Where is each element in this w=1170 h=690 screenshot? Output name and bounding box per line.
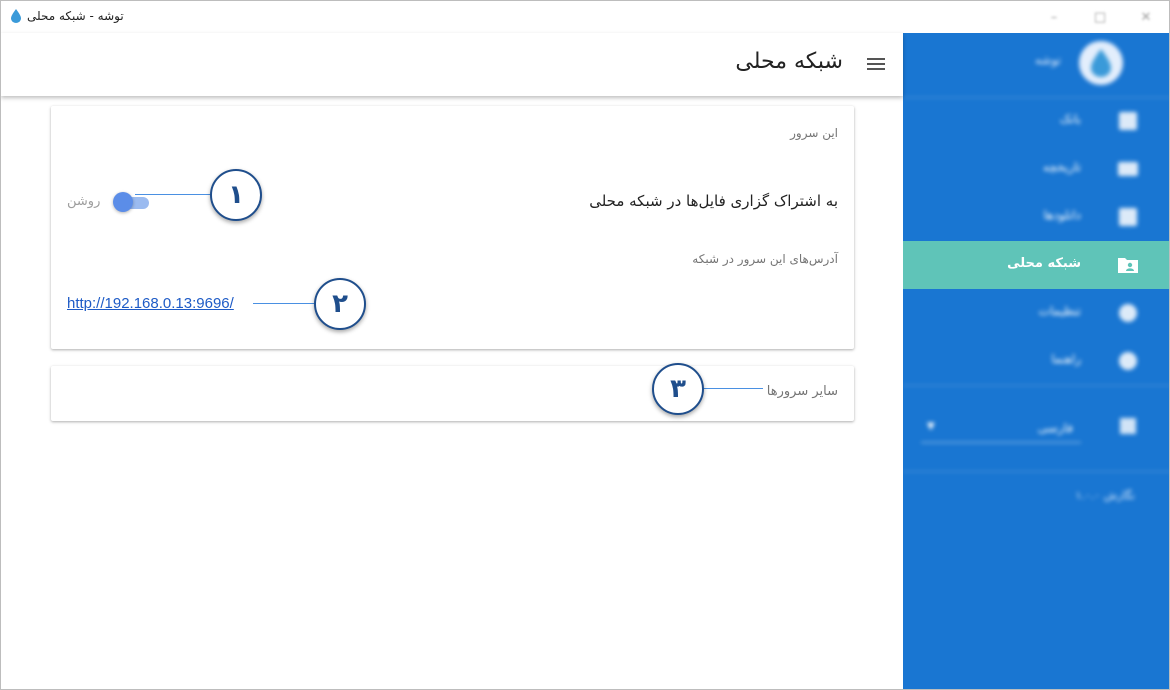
- callout-1-badge: ۱: [210, 169, 262, 221]
- toggle-state-label: روشن: [67, 194, 101, 209]
- this-server-card: این سرور به اشتراک گزاری فایل‌ها در شبکه…: [51, 106, 854, 349]
- window-controls: – □ ✕: [1031, 1, 1169, 33]
- callout-3-badge: ۳: [652, 363, 704, 415]
- language-select[interactable]: فارسی ▼: [921, 421, 1081, 443]
- brand-logo-icon: [1079, 41, 1123, 85]
- maximize-button[interactable]: □: [1077, 1, 1123, 33]
- help-icon: [1117, 350, 1139, 372]
- sidebar-item-label: تاریخچه: [1042, 160, 1081, 174]
- app-header: شبکه محلی: [1, 33, 903, 96]
- brand-name: توشه: [1034, 53, 1061, 67]
- sidebar-item-label: بانک: [1059, 112, 1081, 126]
- share-files-label: به اشتراک گزاری فایل‌ها در شبکه محلی: [589, 192, 838, 210]
- sidebar-item-label: تنظیمات: [1038, 304, 1081, 318]
- toggle-thumb[interactable]: [113, 192, 133, 212]
- server-address-link[interactable]: http://192.168.0.13:9696/: [67, 295, 234, 312]
- download-icon: [1117, 206, 1139, 228]
- sidebar-item-settings[interactable]: تنظیمات: [903, 289, 1169, 337]
- window-title: توشه - شبکه محلی: [27, 9, 124, 23]
- sidebar-item-local-network[interactable]: شبکه محلی: [903, 241, 1169, 289]
- sidebar-divider: [903, 471, 1169, 472]
- sidebar-divider: [903, 385, 1169, 386]
- main-content: این سرور به اشتراک گزاری فایل‌ها در شبکه…: [1, 96, 903, 689]
- this-server-caption: این سرور: [790, 126, 838, 140]
- caret-down-icon: ▼: [927, 421, 935, 432]
- translate-icon: [1117, 415, 1139, 437]
- hamburger-menu-icon[interactable]: [866, 56, 886, 72]
- sidebar: توشه بانک تاریخچه دانلودها شبکه محلی تنظ…: [903, 33, 1169, 689]
- other-servers-caption: سایر سرورها: [766, 384, 838, 399]
- callout-2-line: [253, 303, 317, 304]
- title-bar: توشه - شبکه محلی – □ ✕: [1, 1, 1169, 33]
- sidebar-item-label: دانلودها: [1043, 208, 1081, 222]
- callout-3-line: [701, 388, 763, 389]
- app-logo-icon: [11, 9, 21, 23]
- callout-1-line: [135, 194, 213, 195]
- gear-icon: [1117, 302, 1139, 324]
- other-servers-card[interactable]: سایر سرورها: [51, 366, 854, 421]
- language-select-value: فارسی: [1037, 421, 1073, 435]
- sidebar-item-help[interactable]: راهنما: [903, 337, 1169, 385]
- film-icon: [1117, 158, 1139, 180]
- page-title: شبکه محلی: [735, 49, 843, 74]
- grid-icon: [1117, 110, 1139, 132]
- sidebar-item-downloads[interactable]: دانلودها: [903, 193, 1169, 241]
- app-version: نگارش ۱.۰.۰: [1075, 489, 1135, 502]
- app-window: توشه - شبکه محلی – □ ✕ شبکه محلی این سرو…: [0, 0, 1170, 690]
- sidebar-item-bank[interactable]: بانک: [903, 97, 1169, 145]
- sidebar-item-label: شبکه محلی: [1007, 256, 1081, 271]
- sidebar-item-label: راهنما: [1051, 352, 1081, 366]
- close-button[interactable]: ✕: [1123, 1, 1169, 33]
- server-addresses-caption: آدرس‌های این سرور در شبکه: [692, 252, 838, 266]
- sidebar-item-history[interactable]: تاریخچه: [903, 145, 1169, 193]
- sidebar-brand: توشه: [903, 33, 1169, 97]
- network-folder-icon: [1117, 254, 1139, 276]
- minimize-button[interactable]: –: [1031, 1, 1077, 33]
- callout-2-badge: ۲: [314, 278, 366, 330]
